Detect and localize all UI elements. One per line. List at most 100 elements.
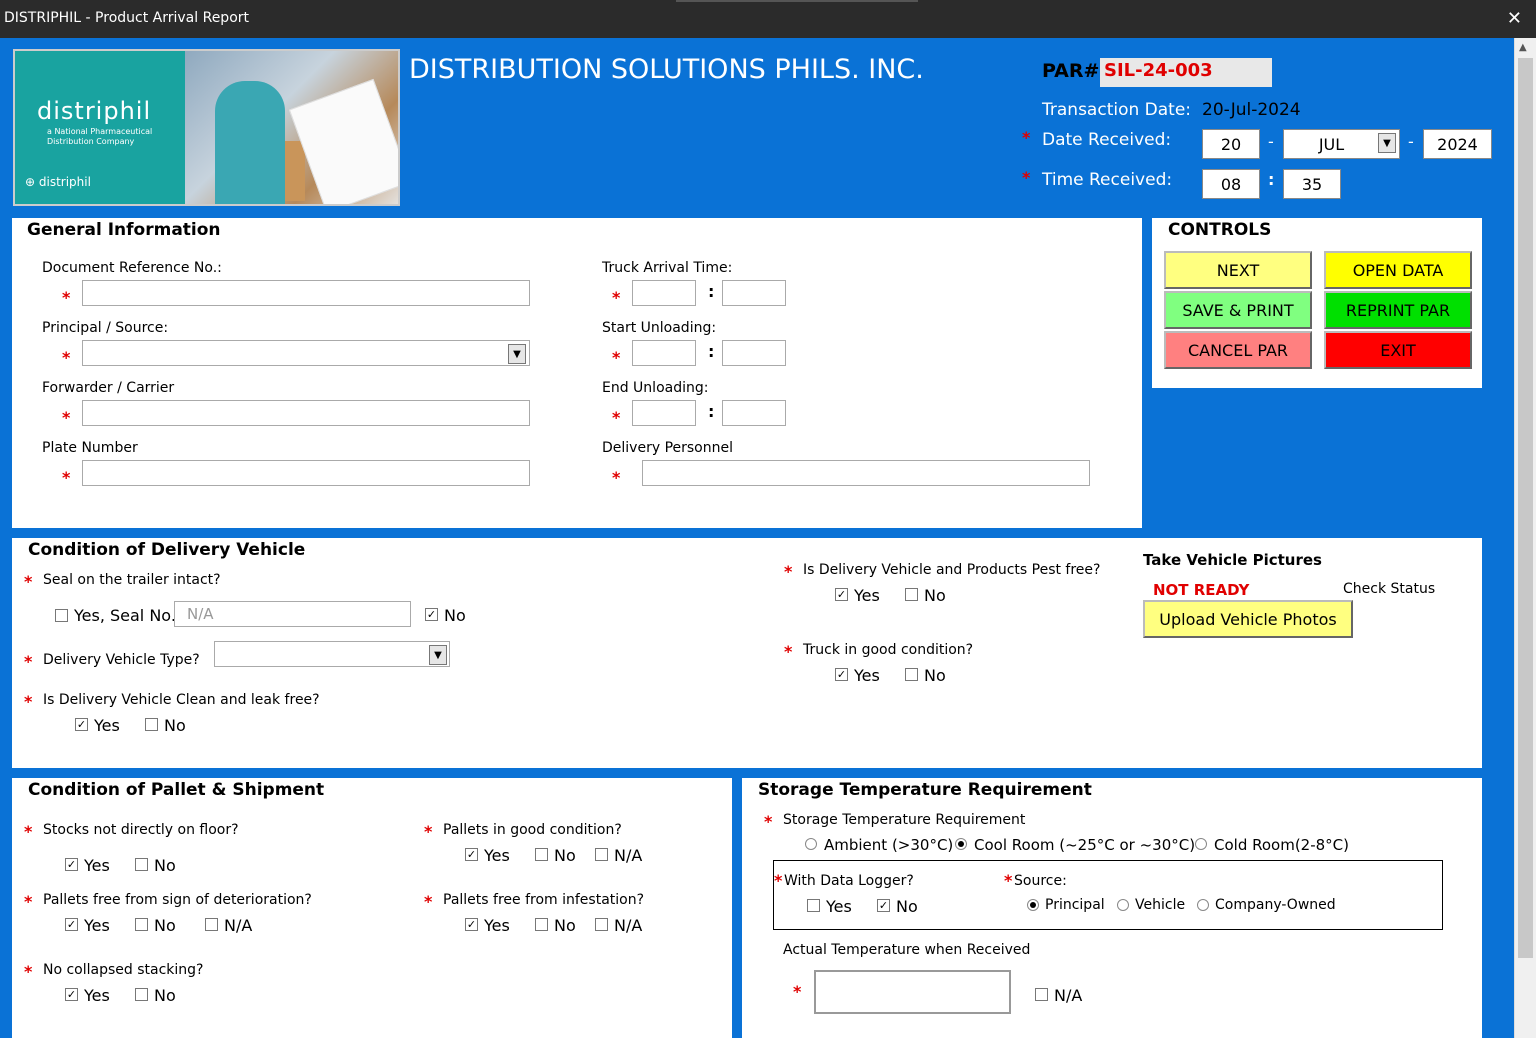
- good-na-label: N/A: [614, 846, 643, 865]
- scroll-up-icon[interactable]: ▲: [1519, 42, 1527, 53]
- clean-no-checkbox[interactable]: [145, 718, 158, 731]
- cold-room-radio[interactable]: [1195, 838, 1207, 850]
- chevron-down-icon[interactable]: ▼: [1378, 133, 1396, 153]
- source-vehicle-label: Vehicle: [1135, 897, 1186, 913]
- personnel-input[interactable]: [642, 460, 1090, 486]
- start-unloading-label: Start Unloading:: [602, 320, 717, 336]
- scroll-thumb[interactable]: [1518, 58, 1533, 958]
- required-mark: *: [62, 468, 71, 487]
- photo-worker: [215, 81, 285, 204]
- cool-room-radio[interactable]: [955, 838, 967, 850]
- chevron-down-icon[interactable]: ▼: [508, 344, 526, 364]
- required-mark: *: [24, 652, 33, 671]
- reprint-button[interactable]: REPRINT PAR: [1324, 291, 1472, 329]
- vertical-scrollbar[interactable]: ▲: [1514, 38, 1536, 1038]
- forwarder-label: Forwarder / Carrier: [42, 380, 175, 396]
- start-unloading-hour[interactable]: [632, 340, 696, 366]
- end-unloading-hour[interactable]: [632, 400, 696, 426]
- infest-no-checkbox[interactable]: [535, 918, 548, 931]
- truck-no-checkbox[interactable]: [905, 668, 918, 681]
- floor-yes-checkbox[interactable]: ✓: [65, 858, 78, 871]
- deterioration-no-checkbox[interactable]: [135, 918, 148, 931]
- open-data-button[interactable]: OPEN DATA: [1324, 251, 1472, 289]
- good-na-checkbox[interactable]: [595, 848, 608, 861]
- stacking-yes-checkbox[interactable]: ✓: [65, 988, 78, 1001]
- source-company-radio[interactable]: [1197, 899, 1209, 911]
- par-label: PAR#: [1042, 60, 1100, 82]
- required-mark: *: [62, 348, 71, 367]
- end-unloading-min[interactable]: [722, 400, 786, 426]
- deterioration-yes-checkbox[interactable]: ✓: [65, 918, 78, 931]
- required-mark: *: [24, 692, 33, 711]
- required-mark: *: [612, 408, 621, 427]
- infest-question: Pallets free from infestation?: [443, 892, 645, 908]
- required-mark: *: [793, 982, 802, 1001]
- photo-status: NOT READY: [1153, 581, 1250, 599]
- truck-no-label: No: [924, 666, 946, 685]
- required-mark: *: [1022, 168, 1031, 187]
- clean-yes-checkbox[interactable]: ✓: [75, 718, 88, 731]
- ambient-radio[interactable]: [805, 838, 817, 850]
- pest-question: Is Delivery Vehicle and Products Pest fr…: [803, 562, 1101, 578]
- logger-yes-checkbox[interactable]: [807, 899, 820, 912]
- floor-no-checkbox[interactable]: [135, 858, 148, 871]
- doc-ref-label: Document Reference No.:: [42, 260, 222, 276]
- pest-no-checkbox[interactable]: [905, 588, 918, 601]
- infest-yes-checkbox[interactable]: ✓: [465, 918, 478, 931]
- ambient-label: Ambient (>30°C): [824, 836, 954, 854]
- deterioration-na-checkbox[interactable]: [205, 918, 218, 931]
- seal-no-label: No: [444, 606, 466, 625]
- logger-no-checkbox[interactable]: ✓: [877, 899, 890, 912]
- seal-number-input[interactable]: N/A: [174, 601, 411, 627]
- transaction-date-value: 20-Jul-2024: [1202, 100, 1301, 120]
- check-status-link[interactable]: Check Status: [1343, 581, 1435, 597]
- vehicle-type-select[interactable]: [214, 641, 450, 667]
- good-no-checkbox[interactable]: [535, 848, 548, 861]
- vehicle-title: Condition of Delivery Vehicle: [28, 540, 306, 560]
- seal-no-checkbox[interactable]: ✓: [425, 608, 438, 621]
- plate-label: Plate Number: [42, 440, 138, 456]
- date-dash: -: [1268, 132, 1274, 151]
- required-mark: *: [1022, 128, 1031, 147]
- principal-select[interactable]: [82, 340, 530, 366]
- truck-arrival-min[interactable]: [722, 280, 786, 306]
- truck-arrival-hour[interactable]: [632, 280, 696, 306]
- date-year-field[interactable]: 2024: [1423, 129, 1492, 159]
- upload-photos-button[interactable]: Upload Vehicle Photos: [1143, 600, 1353, 638]
- date-day-field[interactable]: 20: [1202, 129, 1260, 159]
- chevron-down-icon[interactable]: ▼: [429, 645, 447, 665]
- infest-na-label: N/A: [614, 916, 643, 935]
- plate-input[interactable]: [82, 460, 530, 486]
- source-principal-radio[interactable]: [1027, 899, 1039, 911]
- time-colon: :: [708, 402, 715, 421]
- temp-na-checkbox[interactable]: [1035, 988, 1048, 1001]
- good-yes-checkbox[interactable]: ✓: [465, 848, 478, 861]
- infest-no-label: No: [554, 916, 576, 935]
- seal-yes-checkbox[interactable]: [55, 609, 68, 622]
- save-print-button[interactable]: SAVE & PRINT: [1164, 291, 1312, 329]
- required-mark: *: [24, 572, 33, 591]
- required-mark: *: [1004, 871, 1013, 890]
- start-unloading-min[interactable]: [722, 340, 786, 366]
- infest-na-checkbox[interactable]: [595, 918, 608, 931]
- doc-ref-input[interactable]: [82, 280, 530, 306]
- stacking-no-label: No: [154, 986, 176, 1005]
- pallet-title: Condition of Pallet & Shipment: [28, 780, 325, 800]
- forwarder-input[interactable]: [82, 400, 530, 426]
- required-mark: *: [62, 288, 71, 307]
- close-icon[interactable]: ✕: [1507, 8, 1522, 29]
- title-accent: [676, 0, 918, 2]
- exit-button[interactable]: EXIT: [1324, 331, 1472, 369]
- deterioration-na-label: N/A: [224, 916, 253, 935]
- next-button[interactable]: NEXT: [1164, 251, 1312, 289]
- truck-yes-checkbox[interactable]: ✓: [835, 668, 848, 681]
- time-min-field[interactable]: 35: [1283, 169, 1341, 199]
- cancel-button[interactable]: CANCEL PAR: [1164, 331, 1312, 369]
- time-colon: :: [708, 342, 715, 361]
- time-colon: :: [1268, 170, 1275, 189]
- time-hour-field[interactable]: 08: [1202, 169, 1260, 199]
- pest-yes-checkbox[interactable]: ✓: [835, 588, 848, 601]
- stacking-no-checkbox[interactable]: [135, 988, 148, 1001]
- source-vehicle-radio[interactable]: [1117, 899, 1129, 911]
- actual-temp-input[interactable]: [814, 970, 1011, 1014]
